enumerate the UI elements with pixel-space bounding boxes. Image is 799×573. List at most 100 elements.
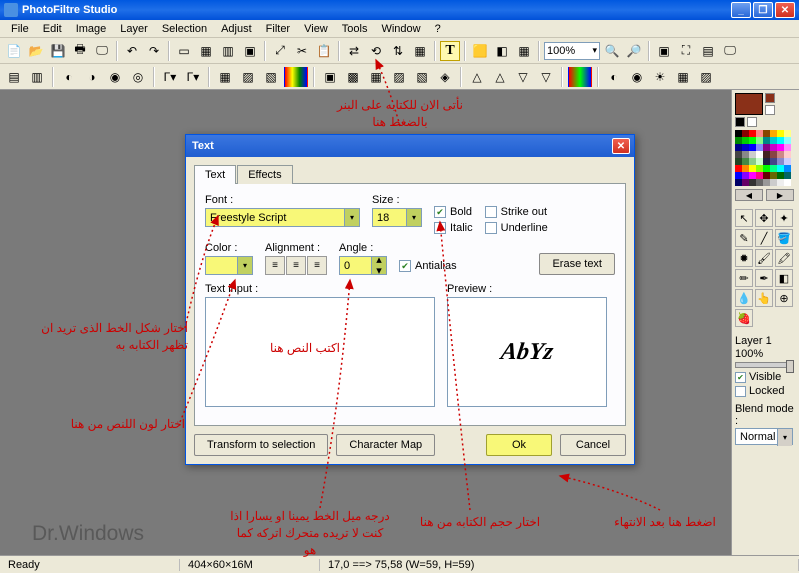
charmap-button[interactable]: Character Map — [336, 434, 435, 456]
layer-icon[interactable]: ▣ — [240, 41, 260, 61]
f2-icon[interactable]: ▥ — [27, 67, 47, 87]
bw-black[interactable] — [735, 117, 745, 127]
zoom-out-icon[interactable]: 🔎 — [624, 41, 644, 61]
menu-layer[interactable]: Layer — [113, 23, 155, 35]
f10-icon[interactable]: ▨ — [238, 67, 258, 87]
paste-icon[interactable]: 📋 — [314, 41, 334, 61]
text-input[interactable] — [205, 297, 435, 407]
smudge-tool[interactable]: 👆 — [755, 289, 773, 307]
f3-icon[interactable]: ◐ — [59, 67, 79, 87]
tab-effects[interactable]: Effects — [237, 165, 292, 184]
fg-color-swatch[interactable] — [735, 93, 763, 115]
bw-white[interactable] — [747, 117, 757, 127]
f16-icon[interactable]: ▨ — [389, 67, 409, 87]
transform-button[interactable]: Transform to selection — [194, 434, 328, 456]
color-icon[interactable]: ▦ — [196, 41, 216, 61]
rgb-icon[interactable]: ▥ — [218, 41, 238, 61]
move-tool[interactable]: ✥ — [755, 209, 773, 227]
fit-icon[interactable]: ▣ — [654, 41, 674, 61]
menu-image[interactable]: Image — [69, 23, 114, 35]
manager-icon[interactable]: 🖵 — [720, 41, 740, 61]
advbrush-tool[interactable]: 🖍 — [775, 249, 793, 267]
f11-icon[interactable]: ▧ — [261, 67, 281, 87]
new-icon[interactable]: 📄 — [4, 41, 24, 61]
close-button[interactable]: ✕ — [775, 2, 795, 18]
brush-tool[interactable]: 🖌 — [755, 249, 773, 267]
zoom-in-icon[interactable]: 🔍 — [602, 41, 622, 61]
fill-tool[interactable]: 🪣 — [775, 229, 793, 247]
f25-icon[interactable]: ◉ — [627, 67, 647, 87]
module-icon[interactable]: ▦ — [514, 41, 534, 61]
f12-icon[interactable] — [284, 67, 308, 87]
maximize-button[interactable]: ❐ — [753, 2, 773, 18]
f22-icon[interactable]: ▽ — [536, 67, 556, 87]
align-right-icon[interactable]: ≡ — [307, 256, 327, 275]
f9-icon[interactable]: ▦ — [215, 67, 235, 87]
menu-file[interactable]: File — [4, 23, 36, 35]
recent-color[interactable] — [765, 93, 775, 103]
f19-icon[interactable]: △ — [467, 67, 487, 87]
rotate-icon[interactable]: ⟲ — [366, 41, 386, 61]
print-icon[interactable]: 🖶 — [70, 41, 90, 61]
blend-select[interactable]: Normal▾ — [735, 428, 793, 445]
angle-input[interactable]: 0▴▾ — [339, 256, 387, 275]
palette-prev[interactable]: ◀ — [735, 189, 763, 201]
flip-icon[interactable]: ⇄ — [344, 41, 364, 61]
align-left-icon[interactable]: ≡ — [265, 256, 285, 275]
f24-icon[interactable]: ◐ — [604, 67, 624, 87]
blur-tool[interactable]: 💧 — [735, 289, 753, 307]
undo-icon[interactable]: ↶ — [122, 41, 142, 61]
menu-help[interactable]: ? — [428, 23, 448, 35]
tab-text[interactable]: Text — [194, 165, 236, 184]
menu-adjust[interactable]: Adjust — [214, 23, 259, 35]
line-tool[interactable]: ╱ — [755, 229, 773, 247]
text-tool-icon[interactable]: T — [440, 41, 460, 61]
f15-icon[interactable]: ▦ — [366, 67, 386, 87]
rect-icon[interactable]: ▭ — [174, 41, 194, 61]
f17-icon[interactable]: ▧ — [412, 67, 432, 87]
stamp-tool[interactable]: 🍓 — [735, 309, 753, 327]
menu-selection[interactable]: Selection — [155, 23, 214, 35]
full-icon[interactable]: ⛶ — [676, 41, 696, 61]
spray-tool[interactable]: ✹ — [735, 249, 753, 267]
size-select[interactable]: 18▾ — [372, 208, 422, 227]
f7-icon[interactable]: Γ▾ — [160, 67, 180, 87]
pointer-tool[interactable]: ↖ — [735, 209, 753, 227]
align-center-icon[interactable]: ≡ — [286, 256, 306, 275]
locked-checkbox[interactable]: Locked — [735, 385, 796, 397]
cancel-button[interactable]: Cancel — [560, 434, 626, 456]
palette-next[interactable]: ▶ — [766, 189, 794, 201]
bold-checkbox[interactable]: ✔Bold — [434, 206, 473, 218]
f6-icon[interactable]: ◎ — [128, 67, 148, 87]
strikeout-checkbox[interactable]: Strike out — [485, 206, 548, 218]
underline-checkbox[interactable]: Underline — [485, 222, 548, 234]
f5-icon[interactable]: ◉ — [105, 67, 125, 87]
f8-icon[interactable]: Γ▾ — [183, 67, 203, 87]
redo-icon[interactable]: ↷ — [144, 41, 164, 61]
pipette-tool[interactable]: ✎ — [735, 229, 753, 247]
f27-icon[interactable]: ▦ — [673, 67, 693, 87]
fill2-icon[interactable]: ◧ — [492, 41, 512, 61]
clone-tool[interactable]: ⊕ — [775, 289, 793, 307]
grid-icon[interactable]: ▦ — [410, 41, 430, 61]
eraser-tool[interactable]: ◧ — [775, 269, 793, 287]
zoom-select[interactable]: 100% — [544, 42, 600, 60]
dialog-close-icon[interactable]: ✕ — [612, 138, 630, 154]
browser-icon[interactable]: ▤ — [698, 41, 718, 61]
minimize-button[interactable]: _ — [731, 2, 751, 18]
antialias-checkbox[interactable]: ✔Antialias — [399, 260, 457, 272]
f20-icon[interactable]: △ — [490, 67, 510, 87]
picker-icon[interactable]: 🟨 — [470, 41, 490, 61]
mirror-icon[interactable]: ⇅ — [388, 41, 408, 61]
f1-icon[interactable]: ▤ — [4, 67, 24, 87]
f28-icon[interactable]: ▨ — [696, 67, 716, 87]
f26-icon[interactable]: ☀ — [650, 67, 670, 87]
ok-button[interactable]: Ok — [486, 434, 552, 456]
menu-view[interactable]: View — [297, 23, 335, 35]
erase-text-button[interactable]: Erase text — [539, 253, 615, 275]
save-icon[interactable]: 💾 — [48, 41, 68, 61]
f18-icon[interactable]: ◈ — [435, 67, 455, 87]
menu-edit[interactable]: Edit — [36, 23, 69, 35]
font-select[interactable]: Freestyle Script▾ — [205, 208, 360, 227]
recent-color[interactable] — [765, 105, 775, 115]
